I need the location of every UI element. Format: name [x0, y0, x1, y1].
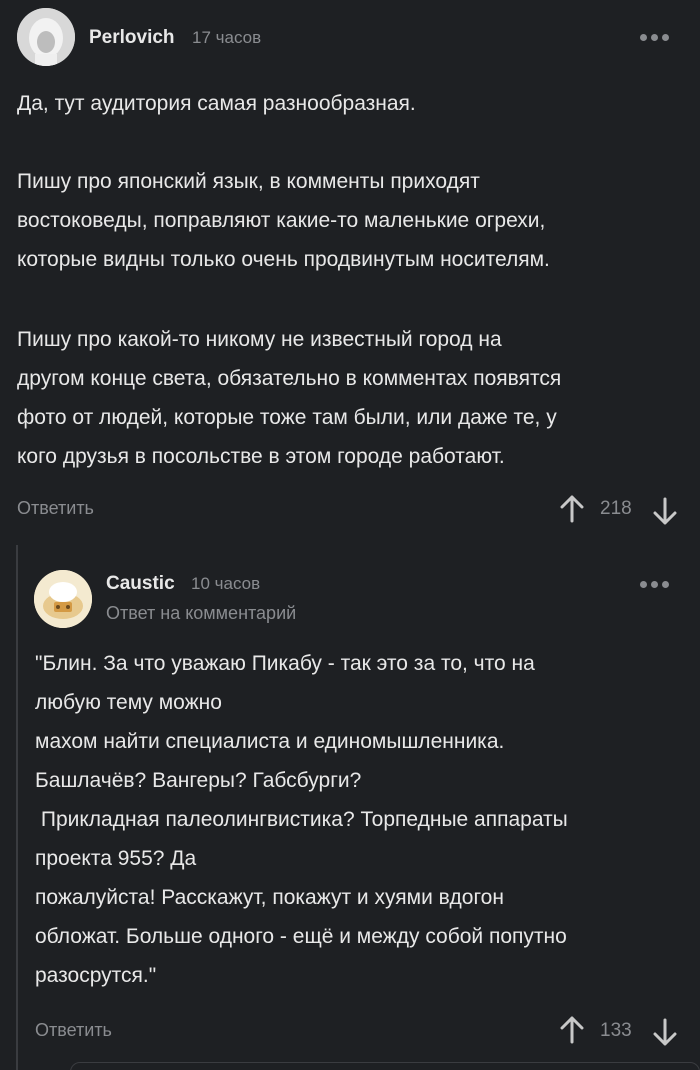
- more-options-icon[interactable]: [640, 581, 669, 588]
- comment-score: 218: [600, 498, 632, 519]
- arrow-up-icon[interactable]: [560, 1016, 584, 1044]
- comment-time: 10 часов: [191, 574, 261, 593]
- comment-time: 17 часов: [192, 28, 262, 47]
- reply-button[interactable]: Ответить: [35, 1020, 112, 1041]
- user-avatar-cartoon-icon: [34, 570, 92, 628]
- comment-text: "Блин. За что уважаю Пикабу - так это за…: [35, 652, 568, 987]
- arrow-down-icon[interactable]: [653, 1018, 677, 1046]
- arrow-down-icon[interactable]: [653, 497, 677, 525]
- next-comment-edge: [70, 1062, 700, 1070]
- comment-perlovich: Perlovich 17 часов Да, тут аудитория сам…: [0, 0, 700, 540]
- reply-button[interactable]: Ответить: [17, 498, 94, 519]
- arrow-up-icon[interactable]: [560, 495, 584, 523]
- user-avatar-hood-icon: [17, 8, 75, 66]
- reply-to-label[interactable]: Ответ на комментарий: [106, 603, 296, 624]
- comment-score: 133: [600, 1020, 632, 1041]
- avatar[interactable]: [17, 8, 75, 66]
- author-name[interactable]: Perlovich: [89, 27, 175, 49]
- comment-paragraph: Пишу про японский язык, в комменты прихо…: [17, 170, 550, 271]
- more-options-icon[interactable]: [640, 34, 669, 41]
- avatar[interactable]: [34, 570, 92, 628]
- comment-caustic: Caustic 10 часов Ответ на комментарий "Б…: [0, 540, 700, 1070]
- author-name[interactable]: Caustic: [106, 573, 175, 595]
- comment-paragraph: Пишу про какой-то никому не известный го…: [17, 328, 562, 468]
- comment-paragraph: Да, тут аудитория самая разнообразная.: [17, 92, 416, 115]
